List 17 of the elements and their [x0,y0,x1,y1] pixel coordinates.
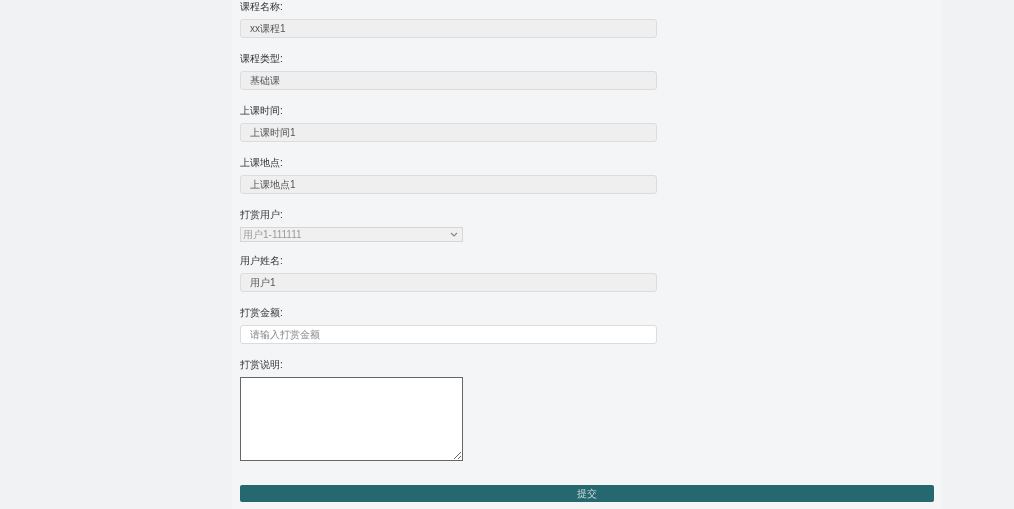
field-label: 用户姓名: [240,254,284,268]
amount-input[interactable]: 请输入打赏金额 [240,325,657,344]
field-label: 打赏金额: [240,306,284,320]
readonly-field[interactable]: 上课时间1 [240,123,657,142]
readonly-field[interactable]: xx课程1 [240,19,657,38]
submit-button[interactable]: 提交 [240,485,934,502]
field-label: 课程名称: [240,0,284,14]
field-label: 打赏用户: [240,208,284,222]
readonly-field[interactable]: 上课地点1 [240,175,657,194]
field-label: 上课地点: [240,156,284,170]
field-label: 打赏说明: [240,358,284,372]
field-label: 上课时间: [240,104,284,118]
readonly-field[interactable]: 用户1 [240,273,657,292]
readonly-field[interactable]: 基础课 [240,71,657,90]
field-label: 课程类型: [240,52,284,66]
description-textarea[interactable] [240,377,463,461]
chevron-down-icon [450,231,458,238]
